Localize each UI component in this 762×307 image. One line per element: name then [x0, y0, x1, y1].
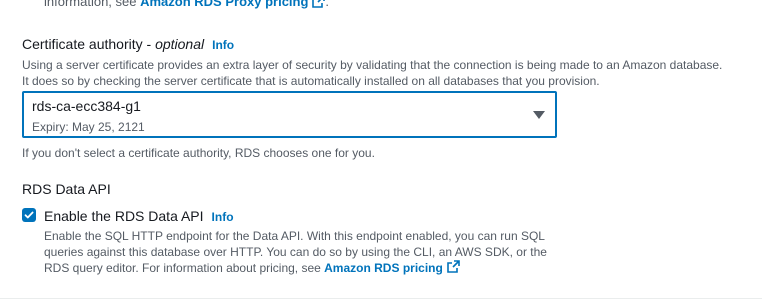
amazon-rds-pricing-link[interactable]: Amazon RDS pricing: [324, 261, 443, 275]
check-icon: [24, 211, 34, 219]
enable-data-api-label[interactable]: Enable the RDS Data API Info: [44, 208, 234, 224]
selected-certificate: rds-ca-ecc384-g1: [32, 98, 141, 114]
certificate-authority-label: Certificate authority - optional Info: [22, 36, 234, 52]
external-link-icon[interactable]: [312, 0, 326, 11]
certificate-authority-select[interactable]: rds-ca-ecc384-g1 Expiry: May 25, 2121: [22, 91, 557, 138]
certificate-authority-hint: If you don't select a certificate author…: [22, 146, 375, 160]
certificate-authority-description-line1: Using a server certificate provides an e…: [22, 58, 723, 72]
data-api-description-line3: RDS query editor. For information about …: [44, 260, 460, 277]
proxy-note-prefix: information, see: [44, 0, 141, 9]
optional-tag: optional: [155, 36, 205, 52]
certificate-authority-label-text: Certificate authority: [22, 36, 143, 52]
chevron-down-icon[interactable]: [533, 111, 545, 119]
enable-data-api-checkbox[interactable]: [22, 208, 36, 222]
external-link-icon[interactable]: [447, 260, 460, 277]
enable-data-api-label-text: Enable the RDS Data API: [44, 208, 204, 224]
data-api-description-line2: queries against this database over HTTP.…: [44, 245, 547, 259]
proxy-note-suffix: .: [325, 0, 330, 9]
proxy-pricing-note: information, see Amazon RDS Proxy pricin…: [44, 0, 329, 11]
selected-certificate-expiry: Expiry: May 25, 2121: [32, 120, 145, 134]
label-separator: -: [142, 36, 156, 52]
data-api-section-title: RDS Data API: [22, 181, 111, 197]
data-api-info-link[interactable]: Info: [212, 210, 234, 224]
certificate-authority-info-link[interactable]: Info: [212, 38, 234, 52]
certificate-authority-description-line2: It does so by checking the server certif…: [22, 74, 600, 88]
data-api-description-line3-text: RDS query editor. For information about …: [44, 261, 325, 275]
data-api-description-line1: Enable the SQL HTTP endpoint for the Dat…: [44, 229, 545, 243]
section-divider: [0, 298, 762, 299]
rds-proxy-pricing-link[interactable]: Amazon RDS Proxy pricing: [140, 0, 308, 9]
